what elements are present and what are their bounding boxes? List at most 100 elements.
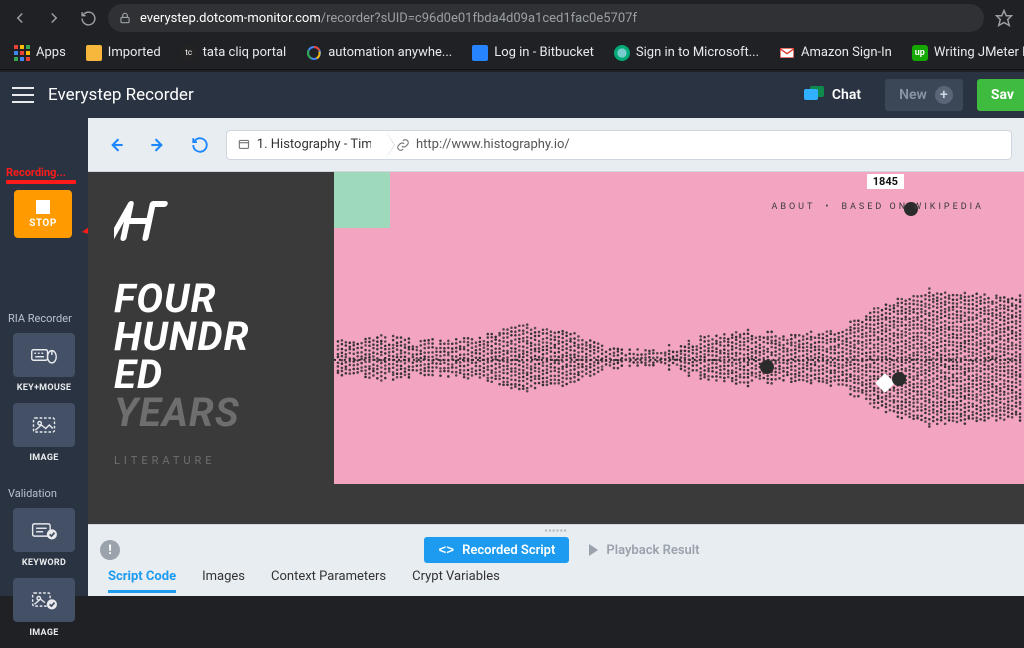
site-logo [114,198,174,244]
favicon-ms [614,45,630,61]
browser-reload-button[interactable] [74,4,102,32]
ws-reload-button[interactable] [184,129,216,161]
wiki-label: BASED ON WIKIPEDIA [841,202,984,212]
ria-heading: RIA Recorder [0,312,72,325]
bottom-panel: ▪▪▪▪▪▪ ! <> Recorded Script Playback Res… [88,524,1024,596]
code-icon: <> [438,543,454,558]
year-marker: 1845 [867,174,904,189]
validation-image-label: IMAGE [29,628,58,638]
address-bar[interactable]: everystep.dotcom-monitor.com/recorder?sU… [108,4,984,32]
folder-icon [86,45,102,61]
tab-images[interactable]: Images [202,569,245,593]
bookmark-label: Imported [108,45,161,60]
bookmark-label: tata cliq portal [203,45,287,60]
stop-icon [36,200,50,214]
new-label: New [899,87,927,103]
event-dot[interactable] [760,360,774,374]
browser-back-button[interactable] [6,4,34,32]
page-icon [237,138,251,152]
ria-image-button[interactable] [13,403,75,447]
chat-label: Chat [832,87,861,103]
bookmark-jmeter[interactable]: up Writing JMeter Fun... [904,39,1024,67]
corner-accent [334,172,390,228]
url-field[interactable]: http://www.histography.io/ [386,130,1012,160]
bookmark-imported[interactable]: Imported [78,39,169,67]
keymouse-icon [30,343,58,367]
resize-handle[interactable]: ▪▪▪▪▪▪ [88,525,1024,535]
save-label: Sav [991,87,1014,103]
favicon-google [306,45,322,61]
app-title: Everystep Recorder [48,85,194,105]
sub-tabs: Script Code Images Context Parameters Cr… [88,565,1024,593]
bookmark-microsoft[interactable]: Sign in to Microsoft... [606,39,767,67]
url-host: everystep.dotcom-monitor.com [140,11,321,26]
header-links: ABOUT• BASED ON WIKIPEDIA [772,202,984,212]
bookmark-star-icon[interactable] [990,4,1018,32]
image-icon [30,413,58,437]
keyword-button[interactable] [13,508,75,552]
tab-script-code[interactable]: Script Code [108,569,176,593]
stop-label: STOP [29,218,57,229]
timeline-chart: 1845 ABOUT• BASED ON WIKIPEDIA [334,172,1024,484]
play-icon [589,544,598,556]
bookmark-tata[interactable]: tc tata cliq portal [173,39,295,67]
stop-button[interactable]: STOP [14,190,72,238]
apps-label: Apps [36,45,66,60]
chat-button[interactable]: Chat [794,86,871,104]
bookmark-bitbucket[interactable]: Log in - Bitbucket [464,39,602,67]
url-path: /recorder?sUID=c96d0e01fbda4d09a1ced1fac… [321,11,637,26]
keymouse-button[interactable] [13,333,75,377]
save-button[interactable]: Sav [977,79,1024,111]
favicon-upwork: up [912,45,928,61]
playback-label: Playback Result [606,543,699,558]
apps-grid-icon [14,45,30,61]
app-header: Everystep Recorder Chat New + Sav [0,72,1024,118]
recording-underline [6,180,76,184]
bookmark-label: Writing JMeter Fun... [934,45,1024,60]
breadcrumb-label: 1. Histography - Tim [257,137,371,152]
recording-label: Recording... [6,166,66,179]
event-dot[interactable] [892,372,906,386]
browser-chrome: everystep.dotcom-monitor.com/recorder?sU… [0,0,1024,72]
keymouse-label: KEY+MOUSE [17,383,72,393]
tab-context[interactable]: Context Parameters [271,569,386,593]
chat-icon [804,86,824,104]
info-icon[interactable]: ! [100,540,120,560]
image-check-icon [30,588,58,612]
dot-visualization [334,212,1024,478]
workspace: 1. Histography - Tim http://www.histogra… [88,118,1024,596]
favicon-tata: tc [181,45,197,61]
bookmark-label: Amazon Sign-In [801,45,892,60]
browser-forward-button[interactable] [40,4,68,32]
favicon-bitbucket [472,45,488,61]
recorded-script-tab[interactable]: <> Recorded Script [424,537,569,563]
bookmark-label: Log in - Bitbucket [494,45,594,60]
tab-crypt[interactable]: Crypt Variables [412,569,500,593]
playback-result-tab: Playback Result [575,537,713,563]
page-preview: FOUR HUNDR ED YEARS LITERATURE 1845 ABOU… [88,172,1024,524]
bookmarks-bar: Apps Imported tc tata cliq portal automat… [0,36,1024,70]
keyword-icon [30,518,58,542]
validation-heading: Validation [0,487,57,500]
ws-back-button[interactable] [100,129,132,161]
validation-image-button[interactable] [13,578,75,622]
workspace-toolbar: 1. Histography - Tim http://www.histogra… [88,118,1024,172]
keyword-label: KEYWORD [22,558,66,568]
menu-button[interactable] [12,87,34,103]
about-link[interactable]: ABOUT [772,202,816,212]
headline-years: YEARS [114,394,334,432]
bookmark-label: automation anywhe... [328,45,452,60]
breadcrumb-page[interactable]: 1. Histography - Tim [226,130,386,160]
url-text: http://www.histography.io/ [416,137,570,152]
new-button[interactable]: New + [885,79,963,111]
ria-image-label: IMAGE [29,453,58,463]
ws-forward-button[interactable] [142,129,174,161]
sidebar: Recording... STOP RIA Recorder KEY+MOUSE… [0,118,88,596]
apps-button[interactable]: Apps [6,39,74,67]
category-label: LITERATURE [114,454,334,467]
bookmark-amazon[interactable]: Amazon Sign-In [771,39,900,67]
lock-icon [118,11,132,25]
headline: FOUR HUNDR ED YEARS [114,280,334,432]
favicon-gmail [779,45,795,61]
bookmark-automation[interactable]: automation anywhe... [298,39,460,67]
